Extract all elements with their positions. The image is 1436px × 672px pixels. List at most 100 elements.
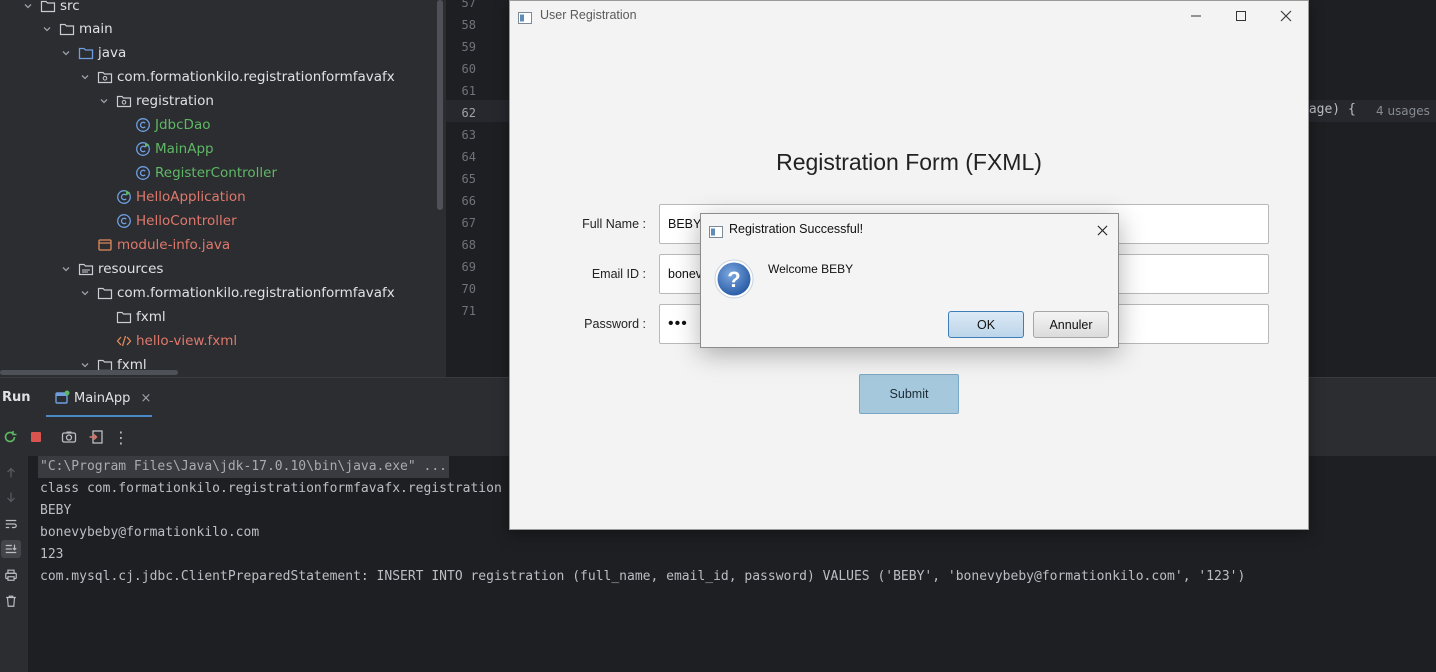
soft-wrap-icon[interactable] [1, 515, 21, 533]
chevron-down-icon[interactable] [60, 41, 72, 65]
chevron-down-icon[interactable] [79, 65, 91, 89]
window-titlebar[interactable]: User Registration [510, 1, 1308, 31]
line-number: 59 [461, 40, 476, 54]
active-tab-indicator [46, 415, 152, 417]
chevron-down-icon[interactable] [60, 257, 72, 281]
usages-hint[interactable]: 4 usages [1376, 104, 1430, 118]
tree-item[interactable]: MainApp [117, 137, 214, 161]
chevron-down-icon[interactable] [79, 281, 91, 305]
class-icon [135, 165, 151, 181]
line-number: 67 [461, 216, 476, 230]
resources-folder-icon [78, 261, 94, 277]
close-window-button[interactable] [1266, 5, 1306, 27]
tree-item[interactable]: com.formationkilo.registrationformfavafx [79, 65, 395, 89]
print-icon[interactable] [1, 566, 21, 584]
folder-icon [40, 0, 56, 14]
password-label: Password : [584, 317, 646, 331]
submit-button[interactable]: Submit [859, 374, 959, 414]
tree-horizontal-scrollbar[interactable] [0, 370, 178, 375]
arrow-down-icon[interactable] [1, 488, 21, 506]
console-line: class com.formationkilo.registrationform… [40, 481, 502, 496]
trash-icon[interactable] [1, 592, 21, 610]
stop-icon[interactable] [26, 427, 46, 447]
chevron-down-icon[interactable] [22, 0, 34, 18]
dialog-titlebar[interactable]: Registration Successful! [701, 214, 1118, 244]
tree-item-label: com.formationkilo.registrationformfavafx [117, 69, 395, 85]
tree-item-label: JdbcDao [155, 117, 211, 133]
window-title: User Registration [540, 8, 637, 22]
line-number: 62 [461, 106, 476, 120]
line-number: 64 [461, 150, 476, 164]
tree-item[interactable]: RegisterController [117, 161, 277, 185]
dialog-close-button[interactable] [1093, 221, 1111, 239]
line-number: 61 [461, 84, 476, 98]
run-side-toolbar [0, 456, 28, 672]
chevron-down-icon[interactable] [41, 17, 53, 41]
tree-item[interactable]: com.formationkilo.registrationformfavafx [79, 281, 395, 305]
rerun-icon[interactable] [0, 427, 20, 447]
desktop: src main java com.formationkilo.registratio… [0, 0, 1436, 672]
exit-icon[interactable] [86, 427, 106, 447]
folder-icon [97, 285, 113, 301]
arrow-up-icon[interactable] [1, 464, 21, 482]
dialog-message: Welcome BEBY [768, 262, 854, 276]
chevron-down-icon[interactable] [98, 89, 110, 113]
tree-item[interactable]: src [22, 0, 80, 18]
tree-vertical-scrollbar[interactable] [437, 0, 443, 210]
tree-item[interactable]: JdbcDao [117, 113, 210, 137]
tree-item[interactable]: module-info.java [79, 233, 230, 257]
tree-item[interactable]: resources [60, 257, 163, 281]
tree-item[interactable]: HelloApplication [98, 185, 246, 209]
tab-mainapp[interactable]: MainApp × [46, 384, 159, 412]
folder-icon [116, 309, 132, 325]
minimize-button[interactable] [1176, 5, 1216, 27]
class-icon [135, 117, 151, 133]
console-line: com.mysql.cj.jdbc.ClientPreparedStatemen… [40, 569, 1246, 584]
tree-item[interactable]: fxml [98, 305, 166, 329]
line-number: 70 [461, 282, 476, 296]
email-label: Email ID : [591, 267, 646, 281]
tree-item[interactable]: registration [98, 89, 214, 113]
console-line: 123 [40, 547, 64, 562]
tree-item[interactable]: java [60, 41, 126, 65]
console-line: BEBY [40, 503, 72, 518]
runnable-class-icon [135, 141, 151, 157]
line-number: 65 [461, 172, 476, 186]
tree-item-label: registration [136, 93, 214, 109]
ok-button[interactable]: OK [948, 311, 1024, 338]
svg-text:?: ? [727, 267, 740, 292]
source-folder-icon [78, 45, 94, 61]
tree-item-label: MainApp [155, 141, 214, 157]
line-number: 66 [461, 194, 476, 208]
cancel-button[interactable]: Annuler [1033, 311, 1109, 338]
tree-item-label: java [98, 45, 127, 61]
tree-item-label: HelloApplication [136, 189, 246, 205]
code-fragment[interactable]: sage) { [1301, 102, 1356, 117]
question-icon: ? [713, 258, 755, 300]
package-icon [116, 93, 132, 109]
tree-item-label: module-info.java [117, 237, 231, 253]
tree-item-label: HelloController [136, 213, 237, 229]
class-icon [116, 213, 132, 229]
close-icon[interactable]: × [140, 391, 151, 406]
tree-item[interactable]: HelloController [98, 209, 237, 233]
line-number: 68 [461, 238, 476, 252]
camera-icon[interactable] [59, 427, 79, 447]
console-line: "C:\Program Files\Java\jdk-17.0.10\bin\j… [38, 456, 449, 478]
tab-label: MainApp [74, 390, 131, 406]
tree-item-label: RegisterController [155, 165, 277, 181]
line-number: 57 [461, 0, 476, 10]
project-tree-panel: src main java com.formationkilo.registratio… [0, 0, 446, 377]
tree-item[interactable]: hello-view.fxml [98, 329, 237, 353]
tree-item-label: resources [98, 261, 164, 277]
tree-item[interactable]: main [41, 17, 113, 41]
tree-item-label: main [79, 21, 113, 37]
app-window-icon [518, 9, 532, 24]
line-number: 63 [461, 128, 476, 142]
more-options-icon[interactable]: ⋮ [111, 427, 131, 447]
tree-item-label: com.formationkilo.registrationformfavafx [117, 285, 395, 301]
tree-item-label: hello-view.fxml [136, 333, 238, 349]
scroll-to-end-icon[interactable] [1, 540, 21, 558]
maximize-button[interactable] [1221, 5, 1261, 27]
line-number: 58 [461, 18, 476, 32]
